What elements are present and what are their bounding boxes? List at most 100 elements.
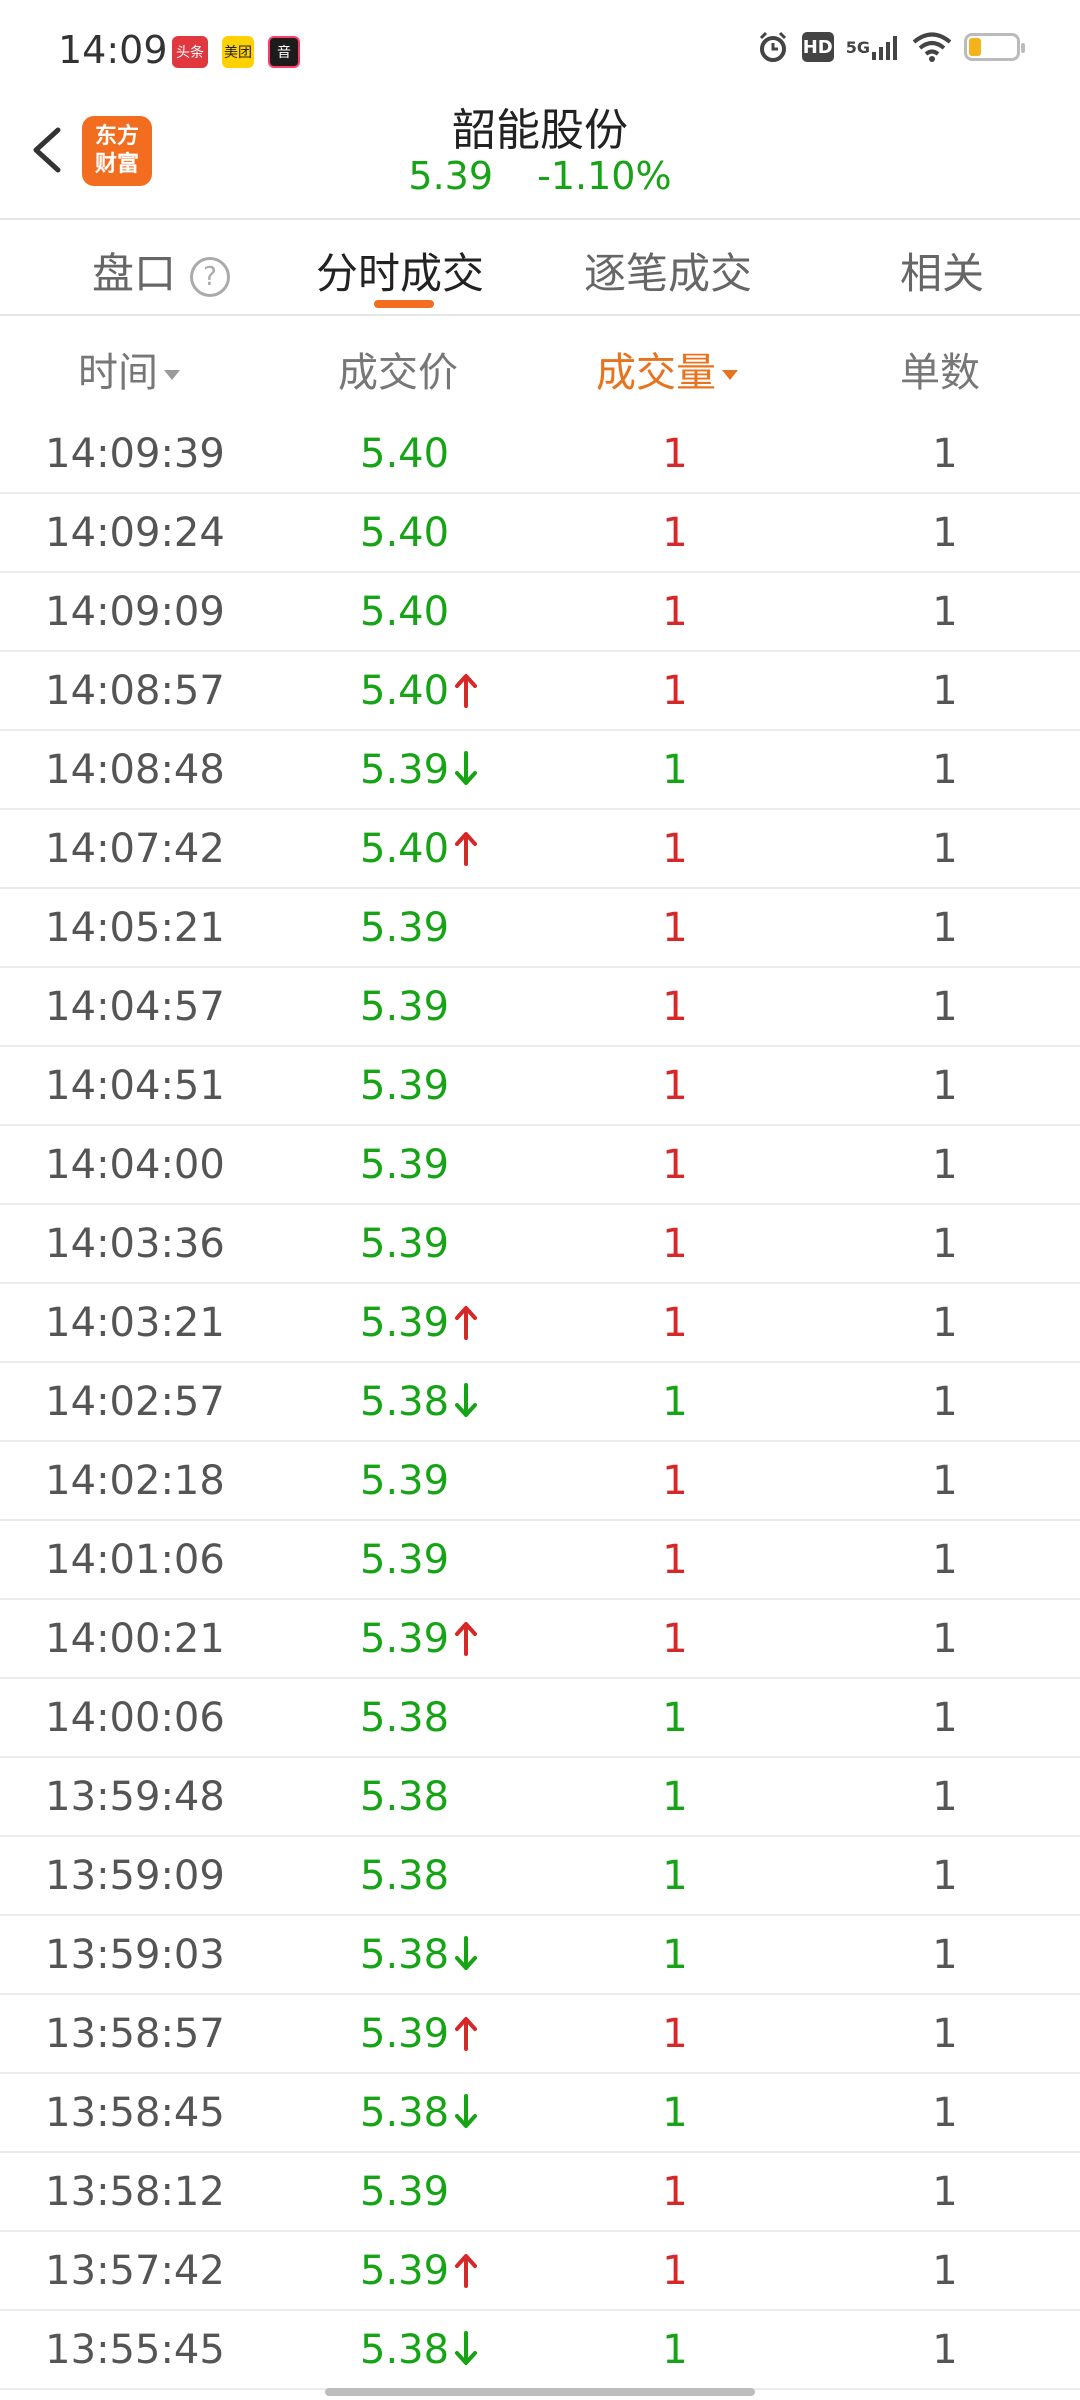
table-row[interactable]: 14:05:21 5.39 1 1 bbox=[0, 889, 1080, 968]
trade-volume: 1 bbox=[662, 2169, 688, 2215]
home-indicator[interactable] bbox=[325, 2388, 755, 2396]
column-time[interactable]: 时间 bbox=[78, 340, 180, 398]
battery-icon bbox=[964, 33, 1025, 61]
table-row[interactable]: 14:08:48 5.39 1 1 bbox=[0, 731, 1080, 810]
trade-price: 5.39 bbox=[360, 2248, 479, 2294]
trade-volume: 1 bbox=[662, 431, 688, 477]
trade-volume: 1 bbox=[662, 905, 688, 951]
active-tab-indicator bbox=[374, 300, 434, 308]
trade-price-value: 5.39 bbox=[360, 2169, 450, 2215]
trade-count: 1 bbox=[932, 984, 958, 1030]
trade-time: 14:03:36 bbox=[45, 1221, 225, 1267]
trade-price-value: 5.38 bbox=[360, 1379, 450, 1425]
trade-time: 14:08:48 bbox=[45, 747, 225, 793]
arrow-down-icon bbox=[449, 2327, 479, 2373]
trade-time: 13:59:48 bbox=[45, 1774, 225, 1820]
trade-price: 5.39 bbox=[360, 747, 479, 793]
status-bar: 14:09 头条 美团 音 HD 5G bbox=[0, 0, 1080, 100]
trade-price-value: 5.38 bbox=[360, 2090, 450, 2136]
column-count[interactable]: 单数 bbox=[900, 340, 980, 398]
table-row[interactable]: 13:57:42 5.39 1 1 bbox=[0, 2232, 1080, 2311]
status-icons: HD 5G bbox=[756, 30, 1025, 64]
trade-count: 1 bbox=[932, 668, 958, 714]
trade-count: 1 bbox=[932, 905, 958, 951]
trade-volume: 1 bbox=[662, 1379, 688, 1425]
tab-zhubi[interactable]: 逐笔成交 bbox=[584, 240, 752, 301]
trade-price-value: 5.39 bbox=[360, 1616, 450, 1662]
table-row[interactable]: 14:03:36 5.39 1 1 bbox=[0, 1205, 1080, 1284]
trade-price-value: 5.39 bbox=[360, 1063, 450, 1109]
trade-price: 5.39 bbox=[360, 1142, 449, 1188]
table-row[interactable]: 14:04:51 5.39 1 1 bbox=[0, 1047, 1080, 1126]
trade-price: 5.39 bbox=[360, 1458, 449, 1504]
trade-list: 14:09:39 5.40 1 1 14:09:24 5.40 1 1 14:09:09 5.40… bbox=[0, 415, 1080, 2390]
table-row[interactable]: 13:59:09 5.38 1 1 bbox=[0, 1837, 1080, 1916]
trade-volume: 1 bbox=[662, 510, 688, 556]
trade-time: 14:07:42 bbox=[45, 826, 225, 872]
arrow-up-icon bbox=[449, 1616, 479, 1662]
5g-signal-icon: 5G bbox=[846, 32, 900, 62]
table-row[interactable]: 14:02:57 5.38 1 1 bbox=[0, 1363, 1080, 1442]
trade-count: 1 bbox=[932, 1853, 958, 1899]
trade-volume: 1 bbox=[662, 1774, 688, 1820]
trade-time: 13:55:45 bbox=[45, 2327, 225, 2373]
trade-time: 14:04:57 bbox=[45, 984, 225, 1030]
tab-xiangguan[interactable]: 相关 bbox=[900, 240, 984, 301]
trade-time: 14:00:21 bbox=[45, 1616, 225, 1662]
trade-price-value: 5.39 bbox=[360, 1537, 450, 1583]
table-row[interactable]: 14:09:09 5.40 1 1 bbox=[0, 573, 1080, 652]
stock-change-pct: -1.10% bbox=[537, 154, 672, 198]
hd-icon: HD bbox=[801, 32, 834, 62]
help-icon[interactable]: ? bbox=[190, 256, 231, 297]
table-row[interactable]: 14:03:21 5.39 1 1 bbox=[0, 1284, 1080, 1363]
trade-price-value: 5.38 bbox=[360, 1853, 450, 1899]
trade-price: 5.39 bbox=[360, 2169, 449, 2215]
trade-time: 13:58:45 bbox=[45, 2090, 225, 2136]
table-row[interactable]: 14:07:42 5.40 1 1 bbox=[0, 810, 1080, 889]
table-row[interactable]: 14:04:57 5.39 1 1 bbox=[0, 968, 1080, 1047]
column-volume-label: 成交量 bbox=[596, 350, 716, 396]
table-row[interactable]: 13:58:12 5.39 1 1 bbox=[0, 2153, 1080, 2232]
table-row[interactable]: 13:59:48 5.38 1 1 bbox=[0, 1758, 1080, 1837]
trade-volume: 1 bbox=[662, 826, 688, 872]
trade-count: 1 bbox=[932, 2011, 958, 2057]
trade-time: 13:59:09 bbox=[45, 1853, 225, 1899]
trade-price-value: 5.40 bbox=[360, 510, 450, 556]
tab-pankou[interactable]: 盘口? bbox=[92, 240, 231, 301]
column-volume[interactable]: 成交量 bbox=[596, 340, 738, 398]
table-row[interactable]: 13:59:03 5.38 1 1 bbox=[0, 1916, 1080, 1995]
table-row[interactable]: 13:58:57 5.39 1 1 bbox=[0, 1995, 1080, 2074]
trade-price-value: 5.38 bbox=[360, 1932, 450, 1978]
trade-price: 5.39 bbox=[360, 984, 449, 1030]
column-header-row: 时间 成交价 成交量 单数 bbox=[0, 316, 1080, 416]
stock-price: 5.39 bbox=[408, 154, 494, 198]
trade-price-value: 5.40 bbox=[360, 826, 450, 872]
column-price[interactable]: 成交价 bbox=[338, 340, 458, 398]
trade-price-value: 5.40 bbox=[360, 589, 450, 635]
trade-price-value: 5.40 bbox=[360, 668, 450, 714]
table-row[interactable]: 14:02:18 5.39 1 1 bbox=[0, 1442, 1080, 1521]
trade-price: 5.40 bbox=[360, 668, 479, 714]
trade-price-value: 5.38 bbox=[360, 1695, 450, 1741]
table-row[interactable]: 13:58:45 5.38 1 1 bbox=[0, 2074, 1080, 2153]
tab-fenshi[interactable]: 分时成交 bbox=[316, 240, 484, 301]
table-row[interactable]: 14:04:00 5.39 1 1 bbox=[0, 1126, 1080, 1205]
tab-bar: 盘口? 分时成交 逐笔成交 相关 bbox=[0, 222, 1080, 314]
trade-price-value: 5.39 bbox=[360, 1458, 450, 1504]
table-row[interactable]: 14:01:06 5.39 1 1 bbox=[0, 1521, 1080, 1600]
trade-count: 1 bbox=[932, 1300, 958, 1346]
trade-price-value: 5.39 bbox=[360, 2248, 450, 2294]
trade-volume: 1 bbox=[662, 1932, 688, 1978]
header-divider bbox=[0, 218, 1080, 220]
table-row[interactable]: 13:55:45 5.38 1 1 bbox=[0, 2311, 1080, 2390]
network-type: 5G bbox=[845, 37, 870, 57]
arrow-up-icon bbox=[449, 826, 479, 872]
table-row[interactable]: 14:00:21 5.39 1 1 bbox=[0, 1600, 1080, 1679]
table-row[interactable]: 14:00:06 5.38 1 1 bbox=[0, 1679, 1080, 1758]
trade-time: 14:00:06 bbox=[45, 1695, 225, 1741]
table-row[interactable]: 14:08:57 5.40 1 1 bbox=[0, 652, 1080, 731]
table-row[interactable]: 14:09:24 5.40 1 1 bbox=[0, 494, 1080, 573]
table-row[interactable]: 14:09:39 5.40 1 1 bbox=[0, 415, 1080, 494]
trade-count: 1 bbox=[932, 1379, 958, 1425]
trade-volume: 1 bbox=[662, 2011, 688, 2057]
